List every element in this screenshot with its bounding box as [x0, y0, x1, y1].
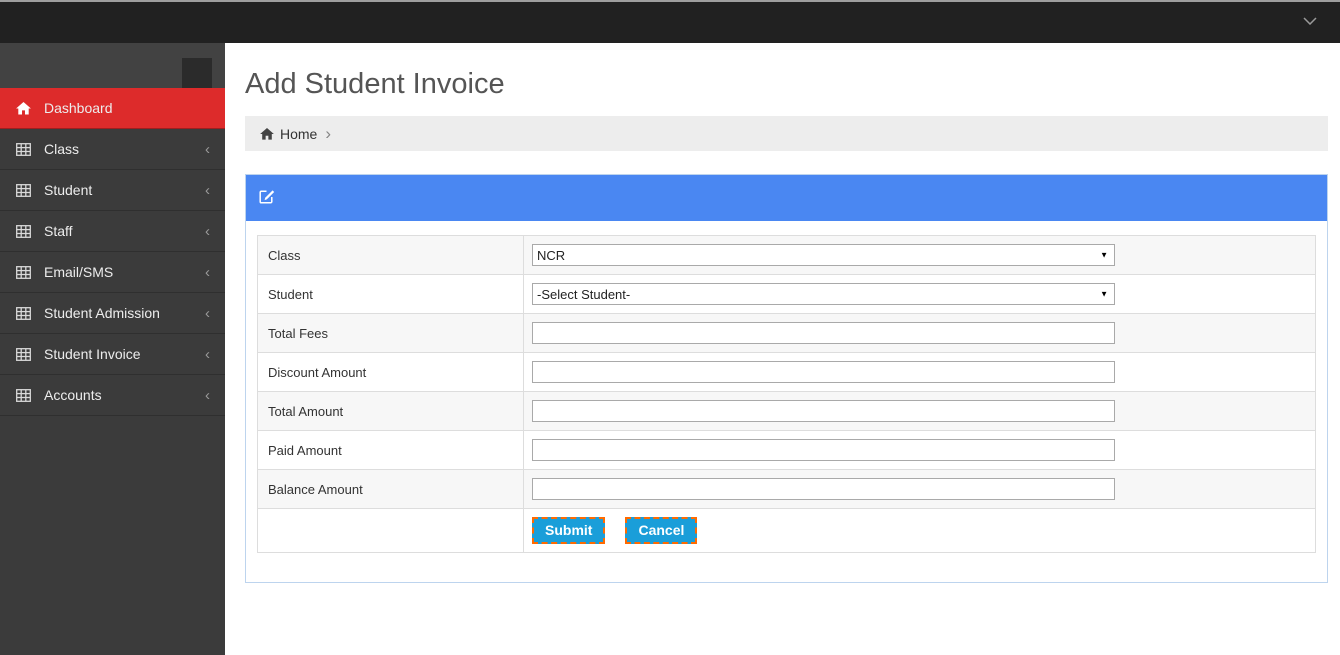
chevron-left-icon: ‹	[205, 142, 210, 157]
form-row-total-amount: Total Amount	[258, 392, 1316, 431]
input-total-amount[interactable]	[532, 400, 1115, 422]
edit-icon	[259, 188, 275, 209]
sidebar-item-accounts[interactable]: Accounts ‹	[0, 375, 225, 416]
table-icon	[16, 389, 32, 402]
chevron-left-icon: ‹	[205, 183, 210, 198]
chevron-down-icon[interactable]	[1302, 13, 1318, 29]
table-icon	[16, 143, 32, 156]
sidebar-item-student-invoice[interactable]: Student Invoice ‹	[0, 334, 225, 375]
sidebar-item-label: Dashboard	[44, 100, 113, 116]
field-label-balance-amount: Balance Amount	[268, 482, 363, 497]
form-row-actions: Submit Cancel	[258, 509, 1316, 553]
sidebar-item-label: Email/SMS	[44, 264, 113, 280]
invoice-form-table: ClassNCR▼Student-Select Student-▼Total F…	[257, 235, 1316, 553]
form-row-class: ClassNCR▼	[258, 236, 1316, 275]
chevron-left-icon: ‹	[205, 388, 210, 403]
sidebar-menu: Dashboard Class ‹ Student	[0, 88, 225, 416]
sidebar-toggle[interactable]	[182, 58, 212, 88]
sidebar-item-dashboard[interactable]: Dashboard	[0, 88, 225, 129]
chevron-left-icon: ‹	[205, 306, 210, 321]
input-balance-amount[interactable]	[532, 478, 1115, 500]
breadcrumb: Home ›	[245, 116, 1328, 151]
form-panel: ClassNCR▼Student-Select Student-▼Total F…	[245, 174, 1328, 583]
table-icon	[16, 184, 32, 197]
sidebar-item-label: Accounts	[44, 387, 102, 403]
select-student[interactable]: -Select Student-	[532, 283, 1115, 305]
sidebar-item-label: Class	[44, 141, 79, 157]
field-label-paid-amount: Paid Amount	[268, 443, 342, 458]
sidebar-item-label: Student Invoice	[44, 346, 141, 362]
field-label-student: Student	[268, 287, 313, 302]
table-icon	[16, 307, 32, 320]
panel-body: ClassNCR▼Student-Select Student-▼Total F…	[246, 221, 1327, 582]
sidebar-item-class[interactable]: Class ‹	[0, 129, 225, 170]
form-row-discount-amount: Discount Amount	[258, 353, 1316, 392]
sidebar-item-student-admission[interactable]: Student Admission ‹	[0, 293, 225, 334]
input-discount-amount[interactable]	[532, 361, 1115, 383]
topbar	[0, 0, 1340, 43]
sidebar-item-email-sms[interactable]: Email/SMS ‹	[0, 252, 225, 293]
page-title: Add Student Invoice	[245, 68, 1328, 101]
field-label-total-fees: Total Fees	[268, 326, 328, 341]
input-total-fees[interactable]	[532, 322, 1115, 344]
sidebar-item-student[interactable]: Student ‹	[0, 170, 225, 211]
cancel-button[interactable]: Cancel	[625, 517, 697, 544]
table-icon	[16, 266, 32, 279]
select-class[interactable]: NCR	[532, 244, 1115, 266]
submit-button[interactable]: Submit	[532, 517, 605, 544]
chevron-left-icon: ‹	[205, 224, 210, 239]
field-label-class: Class	[268, 248, 301, 263]
sidebar-item-label: Staff	[44, 223, 73, 239]
form-row-balance-amount: Balance Amount	[258, 470, 1316, 509]
sidebar: Dashboard Class ‹ Student	[0, 43, 225, 655]
input-paid-amount[interactable]	[532, 439, 1115, 461]
chevron-left-icon: ‹	[205, 265, 210, 280]
table-icon	[16, 225, 32, 238]
table-icon	[16, 348, 32, 361]
home-icon	[260, 128, 274, 140]
field-label-discount-amount: Discount Amount	[268, 365, 366, 380]
home-icon	[16, 102, 32, 115]
sidebar-item-staff[interactable]: Staff ‹	[0, 211, 225, 252]
form-row-paid-amount: Paid Amount	[258, 431, 1316, 470]
panel-header	[246, 175, 1327, 221]
breadcrumb-home-link[interactable]: Home	[280, 126, 317, 142]
field-label-total-amount: Total Amount	[268, 404, 343, 419]
form-row-student: Student-Select Student-▼	[258, 275, 1316, 314]
form-row-total-fees: Total Fees	[258, 314, 1316, 353]
sidebar-item-label: Student Admission	[44, 305, 160, 321]
chevron-left-icon: ‹	[205, 347, 210, 362]
breadcrumb-divider-icon: ›	[325, 125, 331, 142]
main-content: Add Student Invoice Home › ClassNCR▼Stud…	[225, 43, 1340, 655]
sidebar-item-label: Student	[44, 182, 92, 198]
sidebar-header	[0, 43, 225, 88]
